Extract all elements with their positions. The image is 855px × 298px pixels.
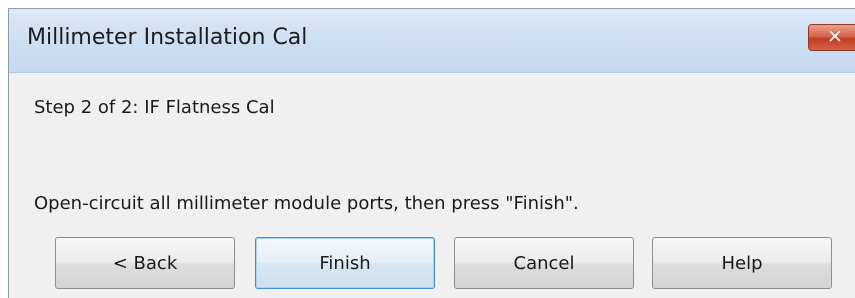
- instruction-text: Open-circuit all millimeter module ports…: [34, 193, 579, 214]
- title-bar[interactable]: Millimeter Installation Cal ✕: [9, 9, 855, 73]
- window-title: Millimeter Installation Cal: [27, 25, 308, 50]
- close-icon: ✕: [827, 26, 843, 48]
- cancel-button[interactable]: Cancel: [454, 237, 634, 289]
- finish-button[interactable]: Finish: [255, 237, 435, 289]
- dialog-content: Step 2 of 2: IF Flatness Cal Open-circui…: [9, 73, 855, 298]
- step-label: Step 2 of 2: IF Flatness Cal: [34, 97, 275, 118]
- dialog-window: Millimeter Installation Cal ✕ Step 2 of …: [8, 8, 855, 298]
- close-button[interactable]: ✕: [808, 24, 855, 51]
- help-button[interactable]: Help: [652, 237, 832, 289]
- back-button[interactable]: < Back: [55, 237, 235, 289]
